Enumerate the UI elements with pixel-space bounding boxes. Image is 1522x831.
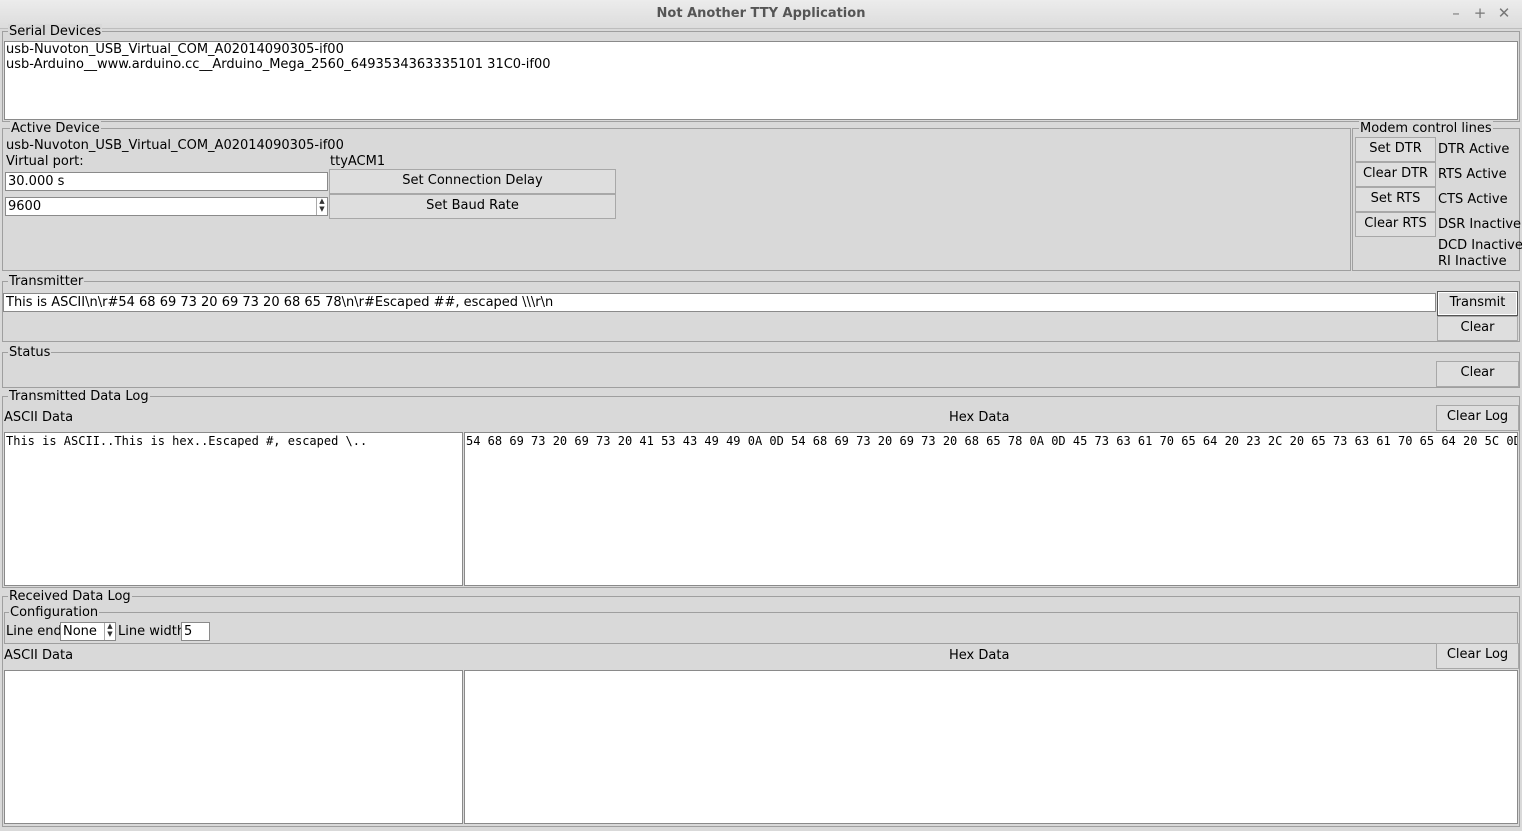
transmitter-label: Transmitter — [8, 274, 85, 289]
set-connection-delay-button[interactable]: Set Connection Delay — [329, 169, 616, 194]
tx-log-label: Transmitted Data Log — [8, 389, 150, 404]
serial-devices-label: Serial Devices — [8, 24, 103, 39]
serial-device-item[interactable]: usb-Arduino__www.arduino.cc__Arduino_Meg… — [6, 57, 551, 72]
tx-ascii-header: ASCII Data — [4, 410, 74, 425]
serial-device-item[interactable]: usb-Nuvoton_USB_Virtual_COM_A02014090305… — [6, 42, 344, 57]
set-rts-button[interactable]: Set RTS — [1355, 187, 1436, 212]
status-group — [2, 352, 1520, 388]
close-icon[interactable]: ✕ — [1495, 4, 1513, 22]
tx-ascii-text[interactable]: This is ASCII..This is hex..Escaped #, e… — [4, 432, 463, 586]
status-label: Status — [8, 345, 52, 360]
dcd-status: DCD Inactive — [1438, 238, 1522, 253]
tx-hex-text[interactable]: 54 68 69 73 20 69 73 20 41 53 43 49 49 0… — [464, 432, 1518, 586]
line-width-label: Line width — [118, 624, 186, 639]
line-end-value: None — [63, 624, 97, 639]
connection-delay-input[interactable]: 30.000 s — [5, 172, 328, 191]
serial-devices-list[interactable]: usb-Nuvoton_USB_Virtual_COM_A02014090305… — [4, 41, 1518, 120]
rts-status: RTS Active — [1438, 167, 1507, 182]
active-device-name: usb-Nuvoton_USB_Virtual_COM_A02014090305… — [6, 138, 344, 153]
rx-hex-text[interactable] — [464, 670, 1518, 824]
baud-rate-spinner[interactable]: ▲ ▼ — [316, 198, 327, 215]
minimize-icon[interactable]: – — [1447, 4, 1465, 22]
modem-control-label: Modem control lines — [1359, 121, 1493, 136]
virtual-port-value: ttyACM1 — [330, 154, 386, 169]
clear-rts-button[interactable]: Clear RTS — [1355, 212, 1436, 237]
tx-hex-header: Hex Data — [949, 410, 1010, 425]
ri-status: RI Inactive — [1438, 254, 1507, 269]
clear-dtr-button[interactable]: Clear DTR — [1355, 162, 1436, 187]
transmit-input[interactable]: This is ASCII\n\r#54 68 69 73 20 69 73 2… — [3, 293, 1436, 312]
transmit-button[interactable]: Transmit — [1437, 291, 1518, 316]
line-end-label: Line end — [6, 624, 62, 639]
line-end-spinner[interactable]: ▲ ▼ — [104, 623, 115, 640]
spin-down-icon[interactable]: ▼ — [105, 631, 115, 639]
rx-ascii-text[interactable] — [4, 670, 463, 824]
maximize-icon[interactable]: + — [1471, 4, 1489, 22]
window-title: Not Another TTY Application — [656, 6, 866, 21]
title-bar: Not Another TTY Application – + ✕ — [0, 0, 1522, 29]
line-width-input[interactable]: 5 — [181, 622, 210, 641]
rx-clear-log-button[interactable]: Clear Log — [1436, 643, 1519, 669]
dsr-status: DSR Inactive — [1438, 217, 1522, 232]
rx-ascii-header: ASCII Data — [4, 648, 74, 663]
transmitter-clear-button[interactable]: Clear — [1437, 316, 1518, 341]
rx-log-label: Received Data Log — [8, 589, 132, 604]
set-dtr-button[interactable]: Set DTR — [1355, 137, 1436, 162]
baud-rate-value: 9600 — [8, 199, 42, 214]
virtual-port-label: Virtual port: — [6, 154, 84, 169]
cts-status: CTS Active — [1438, 192, 1508, 207]
rx-config-group — [4, 612, 1518, 644]
spin-down-icon[interactable]: ▼ — [317, 206, 327, 214]
status-clear-button[interactable]: Clear — [1436, 361, 1519, 387]
set-baud-rate-button[interactable]: Set Baud Rate — [329, 194, 616, 219]
rx-config-label: Configuration — [9, 605, 100, 620]
baud-rate-spinbox[interactable]: 9600 — [5, 197, 328, 216]
tx-clear-log-button[interactable]: Clear Log — [1436, 405, 1519, 431]
rx-hex-header: Hex Data — [949, 648, 1010, 663]
dtr-status: DTR Active — [1438, 142, 1510, 157]
active-device-label: Active Device — [10, 121, 101, 136]
